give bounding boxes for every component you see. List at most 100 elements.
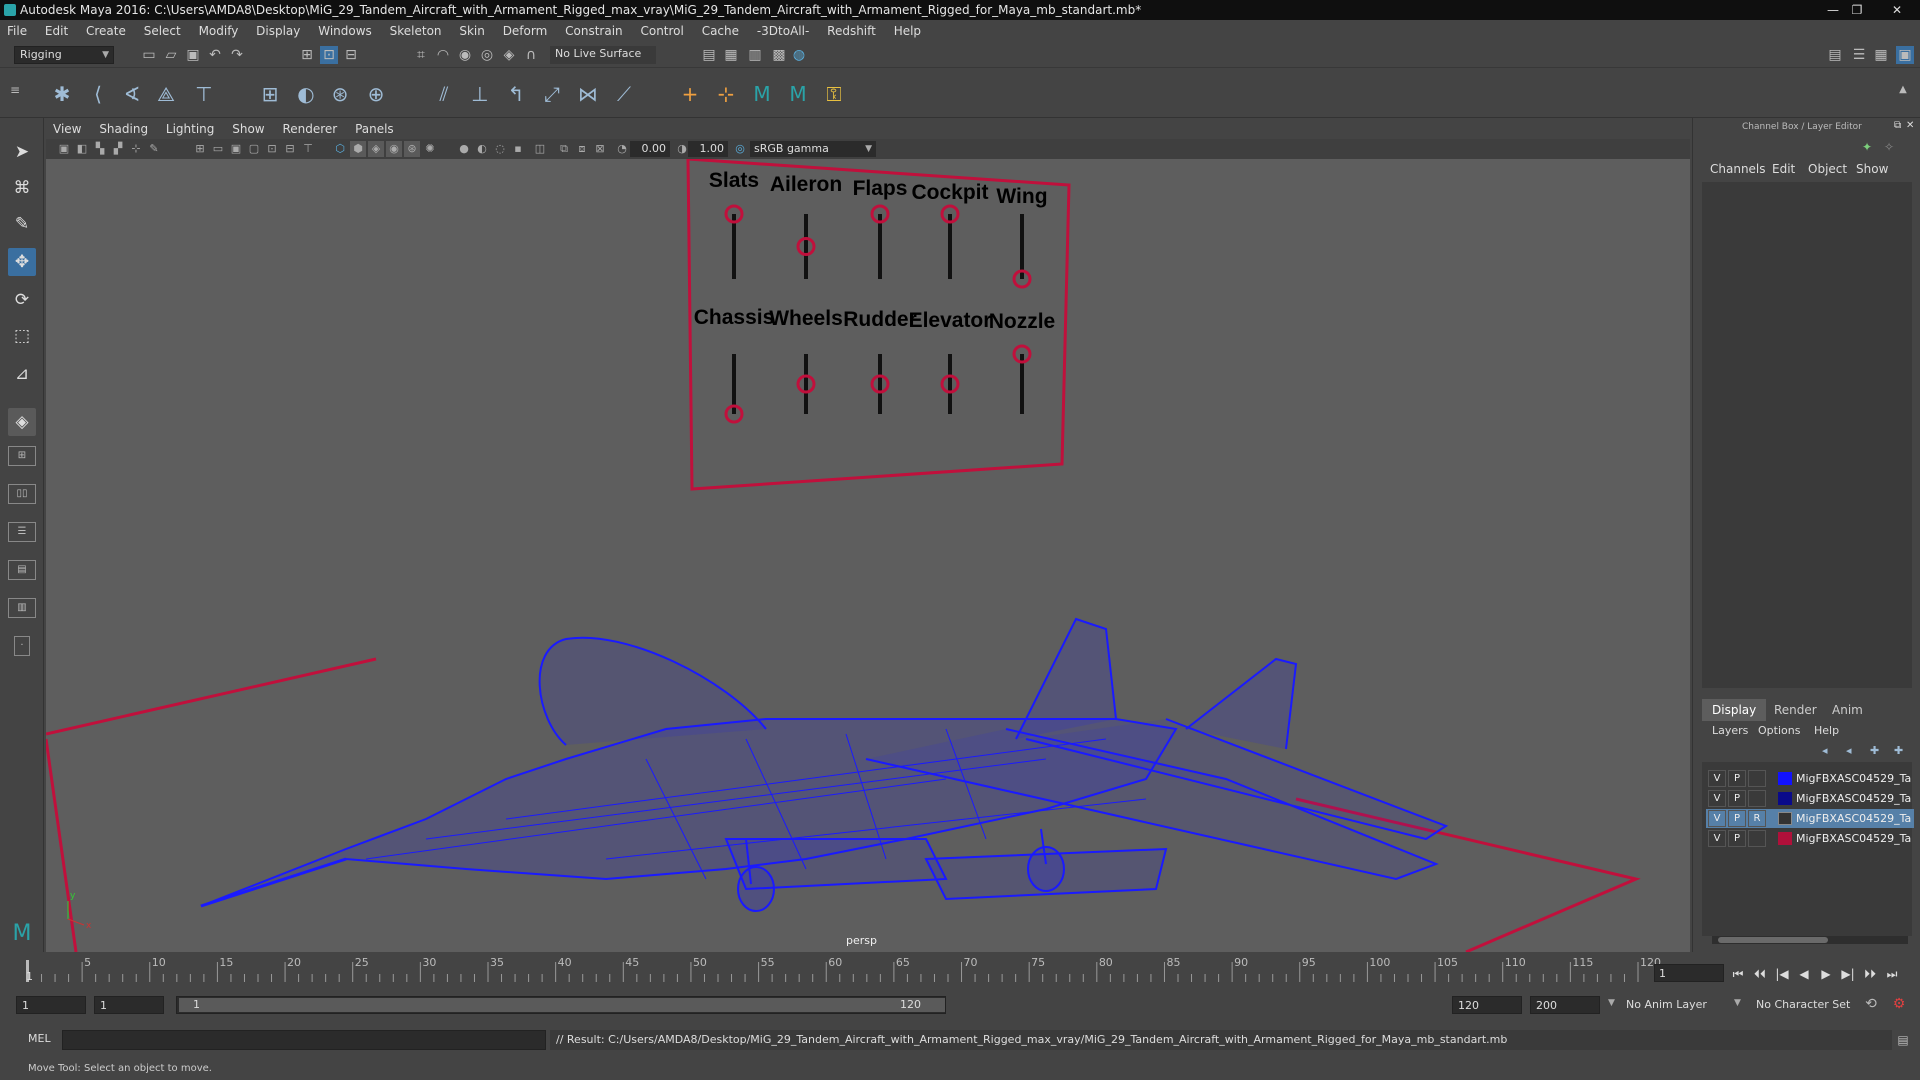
layer-reference-toggle[interactable] xyxy=(1748,770,1766,787)
menu-3dtoall[interactable]: -3DtoAll- xyxy=(750,20,816,42)
layer-reference-toggle[interactable]: R xyxy=(1748,810,1766,827)
shelf-scroll-icon[interactable]: ▲ xyxy=(1896,76,1910,104)
snap-magnet-icon[interactable]: ∩ xyxy=(522,46,540,64)
parent-constraint-icon[interactable]: ⋈ xyxy=(574,80,602,108)
play-backwards-icon[interactable]: ◀ xyxy=(1796,966,1812,982)
tab-render[interactable]: Render xyxy=(1764,699,1827,721)
channel-show-menu[interactable]: Show xyxy=(1856,162,1888,176)
select-object-icon[interactable]: ⊡ xyxy=(320,46,338,64)
layout-more-icon[interactable]: · xyxy=(14,636,30,656)
quick-layout-icon[interactable]: ◈ xyxy=(8,408,36,436)
current-frame-field[interactable]: 1 xyxy=(1654,964,1724,982)
xray-icon[interactable]: ⧉ xyxy=(556,141,572,157)
render-frame-icon[interactable]: ▦ xyxy=(722,46,740,64)
menu-help[interactable]: Help xyxy=(887,20,928,42)
maximize-button[interactable]: ❐ xyxy=(1846,2,1868,18)
tool-settings-icon[interactable]: ▦ xyxy=(1872,46,1890,64)
layer-row[interactable]: V P MigFBXASC04529_Tandem xyxy=(1706,789,1914,808)
bookmark-icon[interactable]: ▚ xyxy=(92,141,108,157)
menu-display[interactable]: Display xyxy=(249,20,307,42)
xray-joints-icon[interactable]: ⊠ xyxy=(592,141,608,157)
channel-edit-menu[interactable]: Edit xyxy=(1772,162,1795,176)
wireframe-on-shaded-icon[interactable]: ◈ xyxy=(368,141,384,157)
animation-end-field[interactable]: 200 xyxy=(1530,996,1600,1014)
exposure-icon[interactable]: ◔ xyxy=(614,141,630,157)
layout-stack-icon[interactable]: ☰ xyxy=(8,522,36,542)
vp-menu-panels[interactable]: Panels xyxy=(348,120,401,138)
move-tool-icon[interactable]: ✥ xyxy=(8,248,36,276)
pole-vector-icon[interactable]: ⟋ xyxy=(610,80,638,108)
channel-box-area[interactable] xyxy=(1702,182,1912,688)
camera-attributes-icon[interactable]: ◧ xyxy=(74,141,90,157)
layer-row-selected[interactable]: V P R MigFBXASC04529_Tandem xyxy=(1706,809,1914,828)
ik-spline-icon[interactable]: ∢ xyxy=(118,80,146,108)
snap-point-icon[interactable]: ◉ xyxy=(456,46,474,64)
paint-select-icon[interactable]: ✎ xyxy=(8,210,36,238)
exposure-field[interactable]: 0.00 xyxy=(630,141,670,157)
lattice-icon[interactable]: ⊛ xyxy=(326,80,354,108)
layer-color-swatch[interactable] xyxy=(1778,792,1792,805)
command-input[interactable] xyxy=(62,1030,546,1050)
snap-curve-icon[interactable]: ◠ xyxy=(434,46,452,64)
snap-surface-icon[interactable]: ◈ xyxy=(500,46,518,64)
select-component-icon[interactable]: ⊟ xyxy=(342,46,360,64)
step-forward-key-icon[interactable]: ⏵⏵ xyxy=(1862,966,1878,982)
modeling-toolkit-icon[interactable]: ▤ xyxy=(1826,46,1844,64)
select-hierarchy-icon[interactable]: ⊞ xyxy=(298,46,316,64)
joint-tool-icon[interactable]: ✱ xyxy=(48,80,76,108)
hik-control-icon[interactable]: M xyxy=(784,80,812,108)
rotate-tool-icon[interactable]: ⟳ xyxy=(8,286,36,314)
new-layer-selected-icon[interactable]: ✚ xyxy=(1894,744,1903,757)
menu-create[interactable]: Create xyxy=(79,20,133,42)
film-gate-icon[interactable]: ▭ xyxy=(210,141,226,157)
layer-reference-toggle[interactable] xyxy=(1748,790,1766,807)
menu-edit[interactable]: Edit xyxy=(38,20,75,42)
layers-menu[interactable]: Layers xyxy=(1712,724,1748,737)
scrollbar-thumb[interactable] xyxy=(1718,937,1828,943)
cluster-icon[interactable]: ⊕ xyxy=(362,80,390,108)
script-language-label[interactable]: MEL xyxy=(28,1032,51,1045)
safe-title-icon[interactable]: ⊤ xyxy=(300,141,316,157)
minimize-button[interactable]: — xyxy=(1822,2,1844,18)
resolution-gate-icon[interactable]: ▣ xyxy=(228,141,244,157)
menu-constrain[interactable]: Constrain xyxy=(558,20,630,42)
use-all-lights-icon[interactable]: ⊛ xyxy=(404,141,420,157)
layer-reference-toggle[interactable] xyxy=(1748,830,1766,847)
playback-start-field[interactable]: 1 xyxy=(94,996,164,1014)
smooth-shade-icon[interactable]: ⬢ xyxy=(350,141,366,157)
viewport-persp[interactable]: y x Slats Aileron Flaps Cockpit Wing Chassis W… xyxy=(46,159,1690,952)
move-layer-up-icon[interactable]: ◂ xyxy=(1822,744,1828,757)
image-plane-icon[interactable]: ▞ xyxy=(110,141,126,157)
menu-redshift[interactable]: Redshift xyxy=(820,20,883,42)
gamma-field[interactable]: 1.00 xyxy=(688,141,728,157)
menu-windows[interactable]: Windows xyxy=(311,20,379,42)
range-slider-handle[interactable]: 1 120 xyxy=(179,998,945,1012)
step-back-frame-icon[interactable]: |◀ xyxy=(1774,966,1790,982)
color-management-icon[interactable]: ◎ xyxy=(732,141,748,157)
layout-outliner-icon[interactable]: ▤ xyxy=(8,560,36,580)
layer-playback-toggle[interactable]: P xyxy=(1728,830,1746,847)
undo-icon[interactable]: ↶ xyxy=(206,46,224,64)
attribute-editor-icon[interactable]: ☰ xyxy=(1850,46,1868,64)
redo-icon[interactable]: ↷ xyxy=(228,46,246,64)
layer-color-swatch[interactable] xyxy=(1778,832,1792,845)
vp-menu-shading[interactable]: Shading xyxy=(92,120,155,138)
options-menu[interactable]: Options xyxy=(1758,724,1800,737)
render-view-icon[interactable]: ▤ xyxy=(700,46,718,64)
vp-menu-renderer[interactable]: Renderer xyxy=(275,120,344,138)
menu-cache[interactable]: Cache xyxy=(695,20,746,42)
menu-control[interactable]: Control xyxy=(633,20,690,42)
layer-color-swatch[interactable] xyxy=(1778,772,1792,785)
layer-help-menu[interactable]: Help xyxy=(1814,724,1839,737)
locator-icon[interactable]: + xyxy=(676,80,704,108)
close-panel-icon[interactable]: ✕ xyxy=(1906,120,1914,131)
textured-icon[interactable]: ◉ xyxy=(386,141,402,157)
script-editor-icon[interactable]: ▤ xyxy=(1894,1030,1912,1050)
channel-box-toggle-icon[interactable]: ▣ xyxy=(1896,46,1914,64)
channel-box-key-icon[interactable]: ✦ xyxy=(1862,140,1872,154)
hik-character-icon[interactable]: M xyxy=(748,80,776,108)
depth-of-field-icon[interactable]: ▪ xyxy=(510,141,526,157)
layout-side-icon[interactable]: ▯▯ xyxy=(8,484,36,504)
go-to-end-icon[interactable]: ⏭ xyxy=(1884,966,1900,982)
close-button[interactable]: ✕ xyxy=(1886,2,1908,18)
